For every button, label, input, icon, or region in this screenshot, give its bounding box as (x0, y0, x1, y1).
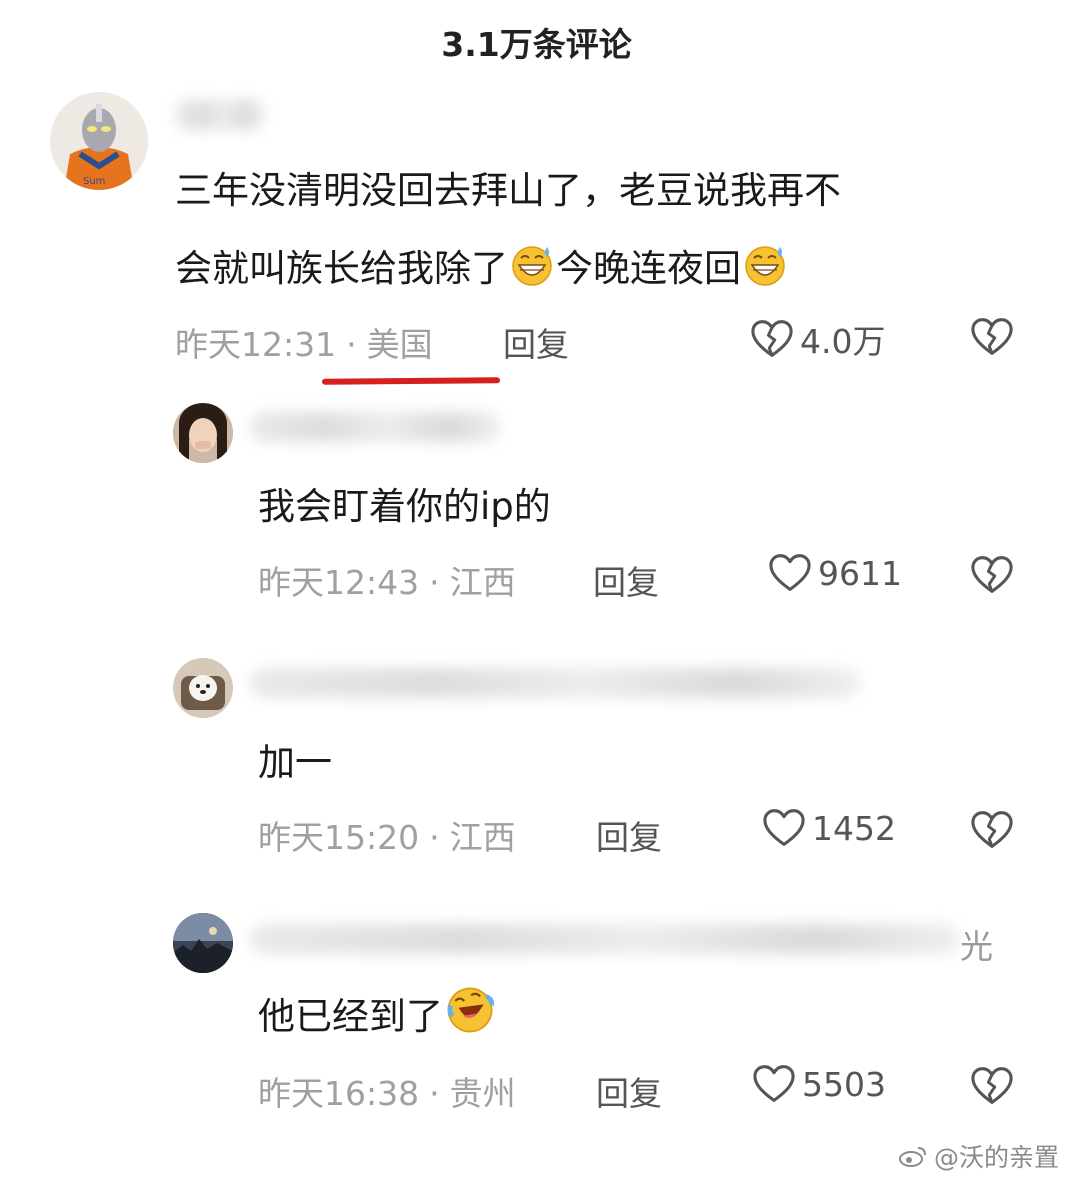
comment-text-line: 三年没清明没回去拜山了，老豆说我再不 (175, 169, 841, 212)
grinning-sweat-emoji-icon (510, 243, 554, 287)
comment-text: 三年没清明没回去拜山了，老豆说我再不 会就叫族长给我除了 今晚连夜回 (175, 152, 841, 308)
comment-text-line: 会就叫族长给我除了 今晚连夜回 (175, 230, 841, 308)
heart-outline-icon (762, 808, 806, 848)
comment-meta: 昨天16:38 · 贵州 (258, 1067, 516, 1115)
dislike-button[interactable] (970, 555, 1014, 599)
comment-text: 他已经到了 (258, 978, 497, 1056)
weibo-logo-icon (898, 1147, 926, 1167)
comment-ip-location: 美国 (366, 325, 433, 364)
heart-outline-icon (752, 1064, 796, 1104)
comment-meta: 昨天12:31 · 美国 (175, 318, 433, 366)
username-blurred[interactable] (250, 412, 500, 442)
avatar-image-icon (173, 403, 233, 463)
dislike-button[interactable] (970, 810, 1014, 854)
username-blurred[interactable] (250, 924, 960, 954)
broken-heart-icon (750, 319, 794, 359)
comment-text: 我会盯着你的ip的 (258, 485, 551, 528)
comment-ip-location: 江西 (449, 818, 516, 857)
comment-time: 昨天12:31 (175, 325, 337, 364)
avatar[interactable] (173, 658, 233, 718)
comment-meta: 昨天12:43 · 江西 (258, 556, 516, 604)
username-fragment[interactable]: 光 (960, 920, 993, 968)
avatar-image-icon (173, 658, 233, 718)
meta-separator: · (429, 563, 440, 602)
avatar[interactable]: Sum (50, 92, 148, 190)
reply-button[interactable]: 回复 (503, 318, 569, 366)
avatar[interactable] (173, 913, 233, 973)
avatar[interactable] (173, 403, 233, 463)
broken-heart-icon (970, 810, 1014, 850)
grinning-sweat-emoji-icon (743, 243, 787, 287)
meta-separator: · (429, 818, 440, 857)
like-button[interactable]: 9611 (768, 553, 902, 593)
reply-button[interactable]: 回复 (596, 811, 662, 859)
broken-heart-icon (970, 555, 1014, 595)
weibo-watermark: @沃的亲置 (898, 1138, 1059, 1174)
rolling-laughing-emoji-icon (445, 985, 495, 1035)
avatar-image-icon (173, 913, 233, 973)
reply-button[interactable]: 回复 (596, 1067, 662, 1115)
meta-separator: · (346, 325, 357, 364)
broken-heart-icon (970, 1066, 1014, 1106)
meta-separator: · (429, 1074, 440, 1113)
avatar-image-icon: Sum (50, 92, 148, 190)
like-count: 4.0万 (800, 322, 886, 361)
like-button[interactable]: 5503 (752, 1064, 886, 1104)
comment-text-segment: 他已经到了 (258, 995, 443, 1038)
dislike-button[interactable] (970, 317, 1014, 361)
comment-ip-location: 贵州 (449, 1074, 516, 1113)
like-count: 9611 (818, 553, 902, 593)
reply-button[interactable]: 回复 (593, 556, 659, 604)
like-count: 5503 (802, 1064, 886, 1104)
dislike-button[interactable] (970, 1066, 1014, 1110)
comment-time: 昨天16:38 (258, 1074, 420, 1113)
comment-ip-location: 江西 (449, 563, 516, 602)
like-count: 1452 (812, 808, 896, 848)
comment-text-segment: 今晚连夜回 (556, 247, 741, 290)
comment-text-segment: 会就叫族长给我除了 (175, 247, 508, 290)
comment-count-title: 3.1万条评论 (441, 25, 632, 64)
watermark-text: @沃的亲置 (933, 1143, 1059, 1172)
comment-time: 昨天12:43 (258, 563, 420, 602)
username-blurred[interactable] (175, 100, 265, 130)
comment-meta: 昨天15:20 · 江西 (258, 811, 516, 859)
broken-heart-icon (970, 317, 1014, 357)
svg-text:Sum: Sum (83, 176, 105, 187)
comment-text: 加一 (258, 741, 332, 784)
like-button[interactable]: 4.0万 (750, 315, 885, 363)
like-button[interactable]: 1452 (762, 808, 896, 848)
username-blurred[interactable] (250, 668, 860, 698)
heart-outline-icon (768, 553, 812, 593)
red-underline-annotation (321, 377, 501, 385)
comment-time: 昨天15:20 (258, 818, 420, 857)
